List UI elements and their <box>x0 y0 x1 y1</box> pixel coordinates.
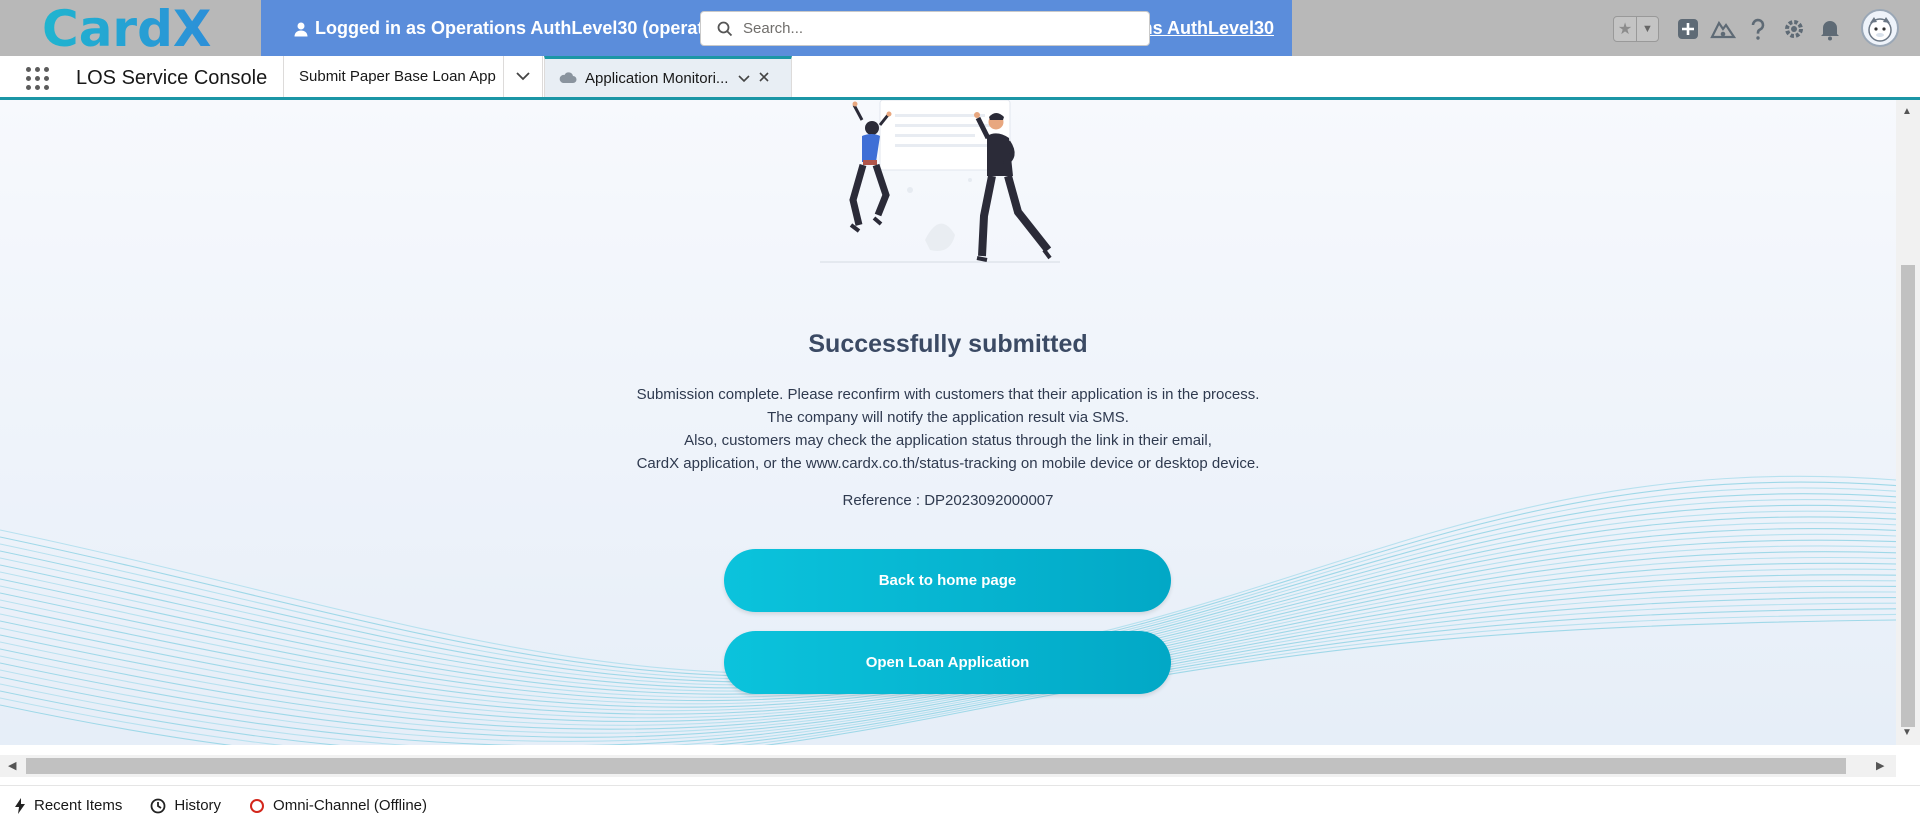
offline-status-icon <box>250 798 265 813</box>
tab-close-icon[interactable] <box>758 70 770 86</box>
global-actions-icon[interactable] <box>1675 16 1701 42</box>
tab-submit-paper-base-loan-app[interactable]: Submit Paper Base Loan App <box>283 56 503 97</box>
setup-gear-icon[interactable] <box>1781 16 1807 42</box>
utility-label: Omni-Channel (Offline) <box>273 797 427 814</box>
tab-overflow-dropdown[interactable] <box>503 56 543 97</box>
tab-application-monitoring[interactable]: Application Monitori... <box>544 56 792 97</box>
user-avatar[interactable] <box>1861 9 1899 47</box>
message-line: Submission complete. Please reconfirm wi… <box>636 386 1260 403</box>
logout-link[interactable]: ns AuthLevel30 <box>1142 18 1274 39</box>
app-launcher-icon[interactable] <box>26 67 50 91</box>
utility-history[interactable]: History <box>150 797 221 814</box>
open-loan-application-button[interactable]: Open Loan Application <box>724 631 1171 694</box>
global-search[interactable] <box>700 11 1150 46</box>
utility-omni-channel[interactable]: Omni-Channel (Offline) <box>249 797 427 814</box>
celebration-illustration <box>820 100 1060 263</box>
help-icon[interactable] <box>1745 16 1771 42</box>
message-line: The company will notify the application … <box>767 409 1129 426</box>
scroll-left-arrow-icon[interactable]: ◀ <box>8 759 16 772</box>
utility-label: History <box>174 797 222 814</box>
horizontal-scroll-thumb[interactable] <box>26 758 1846 774</box>
horizontal-scrollbar[interactable]: ◀ ▶ <box>0 755 1896 777</box>
scroll-up-arrow-icon[interactable]: ▲ <box>1902 106 1912 117</box>
notifications-bell-icon[interactable] <box>1817 16 1843 42</box>
vertical-scrollbar[interactable]: ▲ ▼ <box>1896 100 1920 745</box>
utility-recent-items[interactable]: Recent Items <box>14 797 122 814</box>
submission-message: Submission complete. Please reconfirm wi… <box>0 383 1896 475</box>
scroll-down-arrow-icon[interactable]: ▼ <box>1902 727 1912 738</box>
utility-label: Recent Items <box>34 797 123 814</box>
back-to-home-button[interactable]: Back to home page <box>724 549 1171 612</box>
global-header: CardX Logged in as Operations AuthLevel3… <box>0 0 1920 56</box>
trailhead-icon[interactable] <box>1710 16 1736 42</box>
banner-left: Logged in as Operations AuthLevel30 (ope… <box>293 18 740 39</box>
app-name: LOS Service Console <box>76 67 268 89</box>
tab-chevron-down-icon[interactable] <box>738 70 750 86</box>
utility-bar: Recent Items History Omni-Channel (Offli… <box>0 785 1920 825</box>
banner-left-text: Logged in as Operations AuthLevel30 (ope… <box>315 18 741 38</box>
chevron-down-icon <box>516 72 530 81</box>
submission-success-panel: Successfully submitted Submission comple… <box>0 100 1896 745</box>
favorites-group[interactable]: ★ ▼ <box>1613 16 1659 42</box>
message-line: Also, customers may check the applicatio… <box>684 432 1212 449</box>
message-line: CardX application, or the www.cardx.co.t… <box>636 455 1260 472</box>
logo-text: CardX <box>42 2 211 54</box>
clock-icon <box>150 798 166 813</box>
search-icon <box>717 21 733 36</box>
user-icon <box>294 22 308 36</box>
scroll-right-arrow-icon[interactable]: ▶ <box>1876 759 1884 772</box>
success-title: Successfully submitted <box>808 330 1088 358</box>
tab-label: Application Monitori... <box>585 69 729 87</box>
favorites-dropdown-icon[interactable]: ▼ <box>1635 17 1658 41</box>
star-icon[interactable]: ★ <box>1614 17 1636 41</box>
cloud-icon <box>559 72 577 83</box>
console-nav-bar: LOS Service Console Submit Paper Base Lo… <box>0 56 1920 100</box>
reference-number: Reference : DP2023092000007 <box>842 492 1054 509</box>
search-input[interactable] <box>743 20 1123 37</box>
vertical-scroll-thumb[interactable] <box>1901 265 1915 727</box>
lightning-icon <box>15 797 25 814</box>
tab-label: Submit Paper Base Loan App <box>299 68 496 85</box>
cardx-logo[interactable]: CardX <box>40 2 230 54</box>
